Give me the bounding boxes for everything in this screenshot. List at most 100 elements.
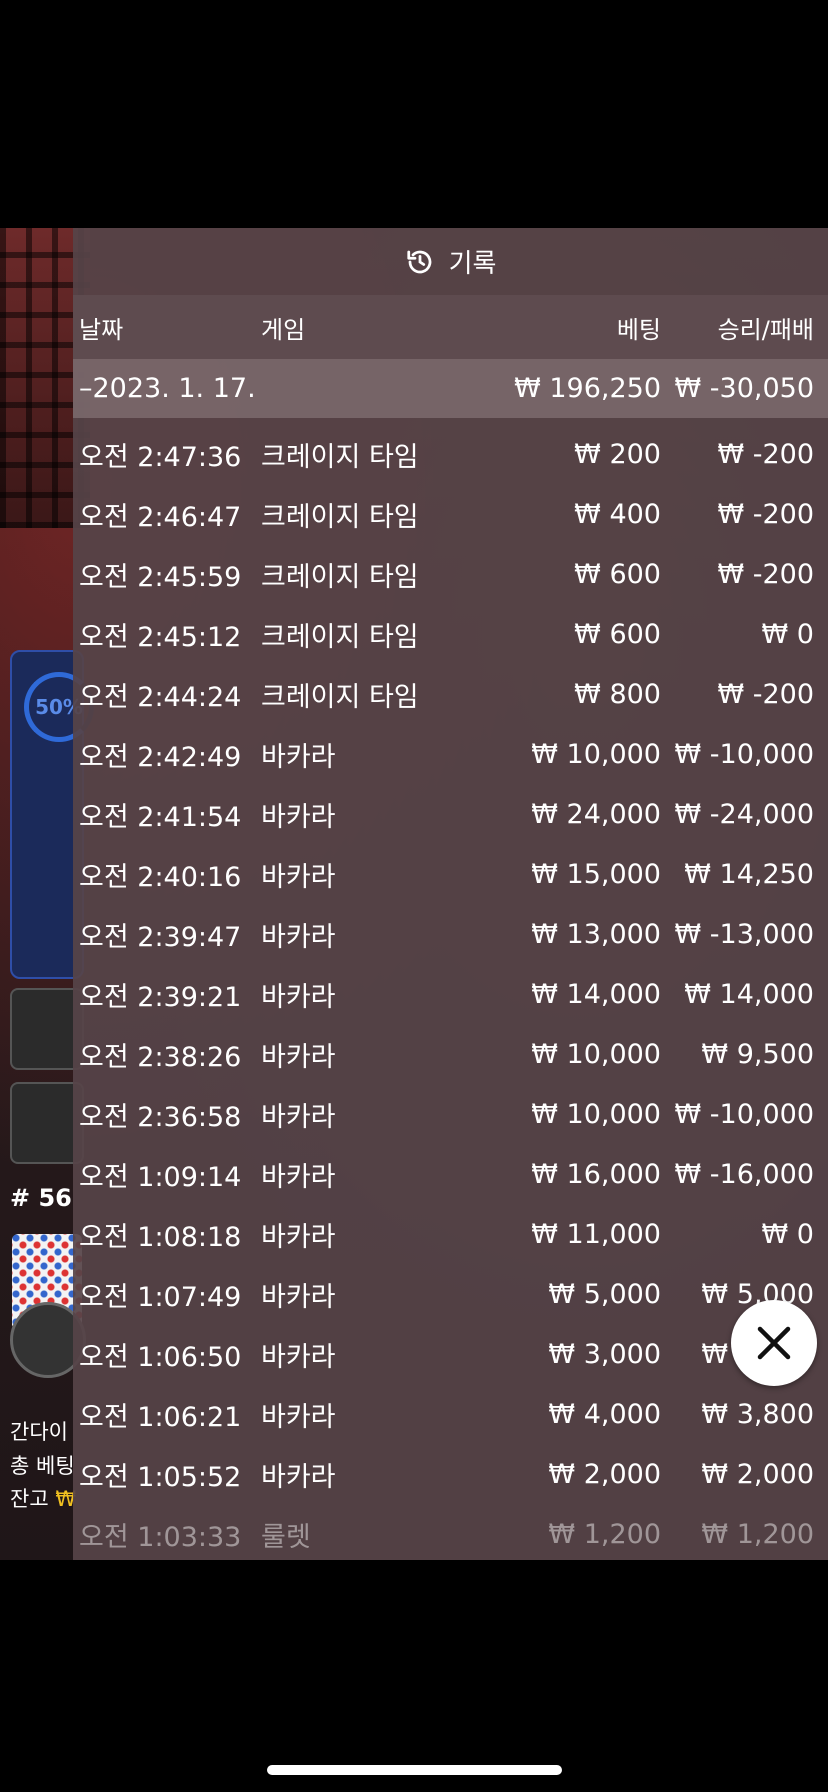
row-bet: ₩ 10,000 [531,1098,661,1130]
history-row[interactable]: 오전 2:45:59 크레이지 타임 ₩ 600 ₩ -200 [73,544,828,604]
row-game: 바카라 [261,1161,336,1193]
row-game: 바카라 [261,1221,336,1253]
row-time: 오전 2:41:54 [79,801,242,833]
col-bet: 베팅 [616,315,661,344]
row-bet: ₩ 14,000 [531,978,661,1010]
row-game: 바카라 [261,1281,336,1313]
row-winloss: ₩ 14,250 [684,858,814,890]
history-row[interactable]: 오전 2:39:47 바카라 ₩ 13,000 ₩ -13,000 [73,904,828,964]
close-icon [757,1326,791,1360]
balance-line: 잔고 ₩ [10,1483,76,1513]
row-bet: ₩ 3,000 [548,1338,661,1370]
history-row[interactable]: 오전 2:36:58 바카라 ₩ 10,000 ₩ -10,000 [73,1084,828,1144]
history-row[interactable]: 오전 1:03:33 룰렛 ₩ 1,200 ₩ 1,200 [73,1504,828,1564]
history-icon [406,250,431,273]
home-indicator [267,1765,562,1775]
column-headers: 날짜 게임 베팅 승리/패배 [73,295,828,359]
row-game: 바카라 [261,1341,336,1373]
col-winloss: 승리/패배 [717,315,814,344]
row-game: 크레이지 타임 [261,561,419,593]
col-game: 게임 [261,315,306,344]
row-bet: ₩ 16,000 [531,1158,661,1190]
row-winloss: ₩ 9,500 [701,1038,814,1070]
history-row[interactable]: 오전 2:39:21 바카라 ₩ 14,000 ₩ 14,000 [73,964,828,1024]
row-bet: ₩ 15,000 [531,858,661,890]
row-time: 오전 2:45:59 [79,561,242,593]
row-game: 크레이지 타임 [261,441,419,473]
close-button[interactable] [731,1300,817,1386]
row-time: 오전 1:06:50 [79,1341,242,1373]
row-winloss: ₩ 2,000 [701,1458,814,1490]
row-winloss: ₩ -16,000 [674,1158,815,1190]
history-row[interactable]: 오전 1:08:18 바카라 ₩ 11,000 ₩ 0 [73,1204,828,1264]
history-row[interactable]: 오전 1:05:52 바카라 ₩ 2,000 ₩ 2,000 [73,1444,828,1504]
history-panel: 기록 날짜 게임 베팅 승리/패배 –2023. 1. 17. ₩ 196,25… [73,228,828,1560]
row-time: 오전 2:44:24 [79,681,242,713]
row-winloss: ₩ -24,000 [674,798,815,830]
row-winloss: ₩ 14,000 [684,978,814,1010]
history-row[interactable]: 오전 1:06:50바카라₩ 3,000₩ 2,850 [73,1324,828,1384]
panel-header: 기록 [73,228,828,295]
row-game: 바카라 [261,861,336,893]
row-bet: ₩ 10,000 [531,1038,661,1070]
group-total-bet: ₩ 196,250 [514,373,661,404]
row-winloss: ₩ -10,000 [674,738,815,770]
bottom-line-1: 간다이 [10,1420,68,1444]
row-time: 오전 2:38:26 [79,1041,242,1073]
round-number: # 56 [10,1184,72,1212]
row-time: 오전 1:09:14 [79,1161,242,1193]
history-row[interactable]: 오전 2:46:47 크레이지 타임 ₩ 400 ₩ -200 [73,484,828,544]
row-winloss: ₩ -200 [717,678,814,710]
history-row[interactable]: 오전 2:47:36 크레이지 타임 ₩ 200 ₩ -200 [73,424,828,484]
history-row[interactable]: 오전 2:38:26 바카라 ₩ 10,000 ₩ 9,500 [73,1024,828,1084]
row-winloss: ₩ -200 [717,558,814,590]
row-game: 크레이지 타임 [261,681,419,713]
row-bet: ₩ 11,000 [531,1218,661,1250]
history-row[interactable]: 오전 2:42:49 바카라 ₩ 10,000 ₩ -10,000 [73,724,828,784]
row-time: 오전 2:39:47 [79,921,242,953]
row-time: 오전 1:05:52 [79,1461,242,1493]
row-winloss: ₩ 3,800 [701,1398,814,1430]
row-game: 룰렛 [261,1521,311,1553]
row-time: 오전 2:39:21 [79,981,242,1013]
row-game: 바카라 [261,1461,336,1493]
history-row[interactable]: 오전 2:44:24 크레이지 타임 ₩ 800 ₩ -200 [73,664,828,724]
row-game: 바카라 [261,1401,336,1433]
row-game: 크레이지 타임 [261,501,419,533]
row-game: 바카라 [261,741,336,773]
history-row[interactable]: 오전 2:41:54 바카라 ₩ 24,000 ₩ -24,000 [73,784,828,844]
row-time: 오전 2:40:16 [79,861,242,893]
row-winloss: ₩ 0 [761,618,814,650]
row-game: 바카라 [261,801,336,833]
row-time: 오전 1:07:49 [79,1281,242,1313]
row-bet: ₩ 200 [574,438,661,470]
row-winloss: ₩ -200 [717,438,814,470]
history-row[interactable]: 오전 2:40:16 바카라 ₩ 15,000 ₩ 14,250 [73,844,828,904]
row-bet: ₩ 24,000 [531,798,661,830]
row-bet: ₩ 1,200 [548,1518,661,1550]
row-winloss: ₩ 1,200 [701,1518,814,1550]
row-time: 오전 1:06:21 [79,1401,242,1433]
total-bet-label: 총 베팅 [10,1454,75,1478]
panel-title: 기록 [448,249,497,279]
row-time: 오전 1:03:33 [79,1521,242,1553]
row-bet: ₩ 600 [574,558,661,590]
row-time: 오전 2:45:12 [79,621,242,653]
col-date: 날짜 [79,315,124,344]
row-bet: ₩ 10,000 [531,738,661,770]
row-winloss: ₩ -10,000 [674,1098,815,1130]
history-row[interactable]: 오전 1:07:49 바카라 ₩ 5,000 ₩ 5,000 [73,1264,828,1324]
row-game: 바카라 [261,921,336,953]
group-total-winloss: ₩ -30,050 [674,373,815,404]
row-winloss: ₩ -200 [717,498,814,530]
row-bet: ₩ 400 [574,498,661,530]
history-row[interactable]: 오전 1:06:21 바카라 ₩ 4,000 ₩ 3,800 [73,1384,828,1444]
date-group-row[interactable]: –2023. 1. 17. ₩ 196,250 ₩ -30,050 [73,359,828,418]
row-game: 바카라 [261,1101,336,1133]
row-bet: ₩ 13,000 [531,918,661,950]
history-row[interactable]: 오전 1:09:14 바카라 ₩ 16,000 ₩ -16,000 [73,1144,828,1204]
history-row[interactable]: 오전 2:45:12 크레이지 타임 ₩ 600 ₩ 0 [73,604,828,664]
row-bet: ₩ 600 [574,618,661,650]
row-time: 오전 2:47:36 [79,441,242,473]
balance-label: 잔고 [10,1487,49,1511]
